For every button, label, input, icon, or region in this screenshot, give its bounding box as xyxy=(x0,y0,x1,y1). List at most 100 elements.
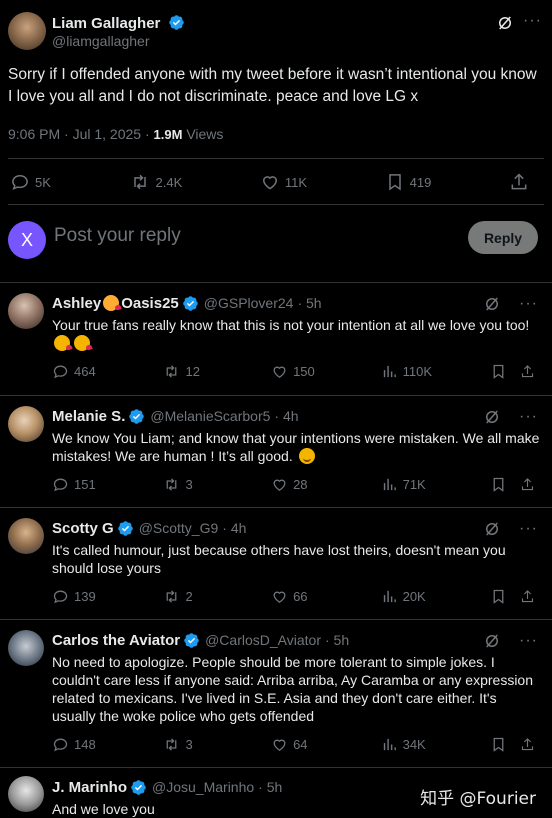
repost-count: 2.4K xyxy=(155,174,183,190)
reply-author-handle[interactable]: @Scotty_G9 xyxy=(139,520,219,536)
reply-time[interactable]: · 5h xyxy=(258,779,282,795)
bookmark-button[interactable] xyxy=(490,476,520,493)
repost-button[interactable]: 2 xyxy=(162,588,272,605)
like-button[interactable]: 66 xyxy=(271,588,381,605)
avatar[interactable] xyxy=(8,630,44,666)
repost-button[interactable]: 3 xyxy=(162,476,272,493)
reply-icon xyxy=(12,174,28,190)
grok-icon[interactable] xyxy=(483,520,501,538)
bookmark-button[interactable] xyxy=(490,363,520,380)
share-icon xyxy=(521,478,534,491)
reply-author-name[interactable]: J. Marinho xyxy=(52,779,127,796)
grok-icon[interactable] xyxy=(483,632,501,650)
reply-composer: X Post your reply Reply xyxy=(0,205,552,282)
bookmark-button[interactable] xyxy=(490,588,520,605)
verified-badge-icon xyxy=(184,632,199,648)
reply-item[interactable]: Melanie S. @MelanieScarbor5 · 4h ··· We … xyxy=(0,396,552,508)
avatar-letter: X xyxy=(20,229,33,250)
like-button[interactable]: 11K xyxy=(260,172,307,192)
views-button[interactable]: 34K xyxy=(381,736,491,753)
like-button[interactable]: 150 xyxy=(271,363,381,380)
reply-button[interactable]: 139 xyxy=(52,588,162,605)
grok-icon[interactable] xyxy=(483,408,501,426)
reply-button[interactable]: 148 xyxy=(52,736,162,753)
reply-author-name-suffix[interactable]: Oasis25 xyxy=(121,295,179,312)
repost-count: 12 xyxy=(185,364,200,379)
avatar[interactable] xyxy=(8,12,46,50)
like-button[interactable]: 64 xyxy=(271,736,381,753)
user-avatar[interactable]: X xyxy=(8,221,46,259)
bookmark-icon xyxy=(388,174,401,191)
reply-author-handle[interactable]: @CarlosD_Aviator xyxy=(205,632,321,648)
post-time[interactable]: 9:06 PM · Jul 1, 2025 · xyxy=(8,126,154,142)
smiling-hearts-emoji-icon xyxy=(103,295,120,311)
like-count: 150 xyxy=(293,364,315,379)
reply-button[interactable]: 464 xyxy=(52,363,162,380)
reply-author-handle[interactable]: @MelanieScarbor5 xyxy=(150,408,270,424)
repost-icon xyxy=(166,478,176,491)
grok-icon[interactable] xyxy=(496,14,514,32)
share-button[interactable] xyxy=(509,172,534,192)
reply-count: 464 xyxy=(74,364,96,379)
repost-icon xyxy=(166,738,176,751)
reply-time[interactable]: · 4h xyxy=(274,408,298,424)
reply-author-name[interactable]: Carlos the Aviator xyxy=(52,632,180,649)
views-button[interactable]: 110K xyxy=(381,363,491,380)
reply-time[interactable]: · 5h xyxy=(297,295,321,311)
share-button[interactable] xyxy=(520,588,540,605)
verified-badge-icon xyxy=(117,520,133,536)
author-handle[interactable]: @liamgallagher xyxy=(52,33,149,49)
like-count: 64 xyxy=(293,737,308,752)
reply-author-handle[interactable]: @Josu_Marinho xyxy=(152,779,254,795)
bookmark-count: 419 xyxy=(409,174,432,190)
reply-submit-button[interactable]: Reply xyxy=(468,221,538,254)
reply-time[interactable]: · 5h xyxy=(325,632,349,648)
repost-count: 3 xyxy=(185,737,193,752)
bookmark-button[interactable]: 419 xyxy=(385,172,432,192)
reply-text: We know You Liam; and know that your int… xyxy=(52,430,540,464)
reply-input[interactable]: Post your reply xyxy=(54,225,181,247)
grok-icon[interactable] xyxy=(483,295,501,313)
post-header: Liam Gallagher @liamgallagher ··· xyxy=(8,12,544,52)
avatar[interactable] xyxy=(8,293,44,329)
repost-button[interactable]: 2.4K xyxy=(129,172,183,192)
reply-item[interactable]: Scotty G @Scotty_G9 · 4h ··· It's called… xyxy=(0,508,552,620)
more-options-icon[interactable]: ··· xyxy=(519,408,538,426)
reply-author-handle[interactable]: @GSPlover24 xyxy=(204,295,294,311)
views-button[interactable]: 20K xyxy=(381,588,491,605)
reply-count: 139 xyxy=(74,589,96,604)
repost-button[interactable]: 3 xyxy=(162,736,272,753)
reply-text: No need to apologize. People should be m… xyxy=(52,654,533,724)
author-name[interactable]: Liam Gallagher xyxy=(52,15,160,32)
views-button[interactable]: 71K xyxy=(381,476,491,493)
heart-icon xyxy=(273,479,286,491)
share-button[interactable] xyxy=(520,476,540,493)
more-options-icon[interactable]: ··· xyxy=(519,520,538,538)
share-button[interactable] xyxy=(520,363,540,380)
reply-button[interactable]: 5K xyxy=(10,172,51,192)
avatar[interactable] xyxy=(8,776,44,812)
reply-item[interactable]: Ashley Oasis25 @GSPlover24 · 5h ··· Your … xyxy=(0,283,552,395)
like-button[interactable]: 28 xyxy=(271,476,381,493)
avatar[interactable] xyxy=(8,518,44,554)
reply-item[interactable]: Carlos the Aviator @CarlosD_Aviator · 5h… xyxy=(0,620,552,768)
repost-count: 3 xyxy=(185,477,193,492)
more-options-icon[interactable]: ··· xyxy=(519,295,538,313)
more-options-icon[interactable]: ··· xyxy=(523,12,542,30)
bookmark-button[interactable] xyxy=(490,736,520,753)
reply-author-name[interactable]: Melanie S. xyxy=(52,408,125,425)
reply-author-name[interactable]: Scotty G xyxy=(52,520,114,537)
face-blowing-kiss-emoji-icon xyxy=(74,335,90,351)
reply-button[interactable]: 151 xyxy=(52,476,162,493)
more-options-icon[interactable]: ··· xyxy=(519,632,538,650)
repost-button[interactable]: 12 xyxy=(162,363,272,380)
avatar[interactable] xyxy=(8,406,44,442)
like-count: 66 xyxy=(293,589,308,604)
views-count: 1.9M xyxy=(153,127,183,142)
share-icon xyxy=(521,738,534,751)
repost-icon xyxy=(166,590,176,603)
repost-icon xyxy=(166,365,176,378)
reply-time[interactable]: · 4h xyxy=(222,520,246,536)
share-button[interactable] xyxy=(520,736,540,753)
reply-author-name[interactable]: Ashley xyxy=(52,295,101,312)
